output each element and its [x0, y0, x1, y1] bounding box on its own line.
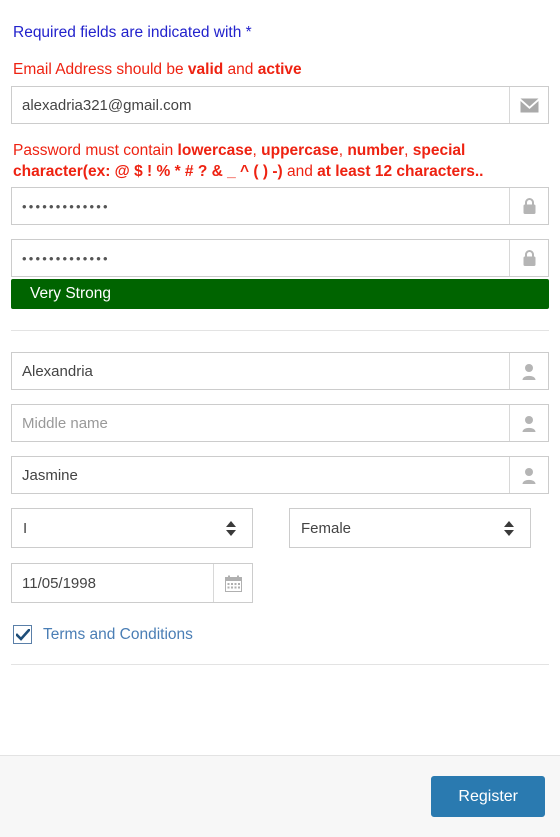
suffix-select[interactable]: I [11, 508, 253, 549]
email-input[interactable] [12, 87, 509, 124]
middle-name-input-group[interactable] [11, 404, 549, 443]
last-name-input[interactable] [12, 457, 509, 494]
suffix-gender-row: I Female [11, 508, 549, 549]
password-strength-bar: Very Strong [11, 279, 549, 310]
chevron-updown-icon [218, 520, 252, 536]
password-hint-uppercase: uppercase [261, 142, 339, 160]
terms-and-conditions-row[interactable]: Terms and Conditions [11, 625, 549, 645]
lock-icon [509, 240, 548, 277]
email-validation-hint: Email Address should be valid and active [13, 60, 549, 81]
form-body: Required fields are indicated with * Ema… [0, 0, 560, 755]
email-hint-active: active [257, 60, 302, 78]
gender-select[interactable]: Female [289, 508, 531, 549]
check-icon [15, 628, 30, 641]
registration-form-page: Required fields are indicated with * Ema… [0, 0, 560, 837]
password-hint-sep3: , [404, 142, 413, 160]
middle-name-input[interactable] [12, 405, 509, 442]
terms-checkbox-label[interactable]: Terms and Conditions [43, 626, 193, 644]
section-divider-bottom [11, 664, 549, 666]
birthdate-input[interactable] [12, 564, 213, 603]
password-hint-number: number [347, 142, 405, 160]
lock-icon [509, 188, 548, 225]
password-validation-hint: Password must contain lowercase, upperca… [13, 141, 549, 182]
last-name-input-group[interactable] [11, 456, 549, 495]
password-strength-label: Very Strong [30, 285, 111, 303]
password-strength-meter: Very Strong [11, 279, 549, 310]
first-name-input-group[interactable] [11, 352, 549, 391]
terms-checkbox[interactable] [13, 625, 32, 645]
password-hint-prefix: Password must contain [13, 142, 178, 160]
required-fields-note: Required fields are indicated with * [13, 24, 252, 41]
birthdate-input-group[interactable] [11, 563, 253, 604]
register-button[interactable]: Register [431, 775, 545, 818]
personal-details-section: I Female [11, 331, 549, 645]
calendar-icon [213, 564, 252, 603]
user-icon [509, 457, 548, 494]
envelope-icon [509, 87, 548, 124]
email-input-group[interactable] [11, 86, 549, 125]
email-hint-valid: valid [187, 60, 224, 78]
password-hint-sep1: , [252, 142, 262, 160]
password-hint-sep4: and [282, 162, 318, 180]
confirm-password-input[interactable] [12, 240, 509, 277]
email-hint-prefix: Email Address should be [13, 60, 188, 78]
password-hint-length: at least 12 characters.. [317, 162, 484, 180]
gender-select-value: Female [301, 519, 352, 537]
password-input-group[interactable] [11, 187, 549, 226]
user-icon [509, 353, 548, 390]
form-footer: Register [0, 755, 560, 837]
password-input[interactable] [12, 188, 509, 225]
first-name-input[interactable] [12, 353, 509, 390]
suffix-select-value: I [23, 519, 28, 537]
email-hint-middle: and [223, 60, 258, 78]
confirm-password-input-group[interactable] [11, 239, 549, 278]
password-hint-lowercase: lowercase [177, 142, 253, 160]
user-icon [509, 405, 548, 442]
chevron-updown-icon [496, 520, 530, 536]
